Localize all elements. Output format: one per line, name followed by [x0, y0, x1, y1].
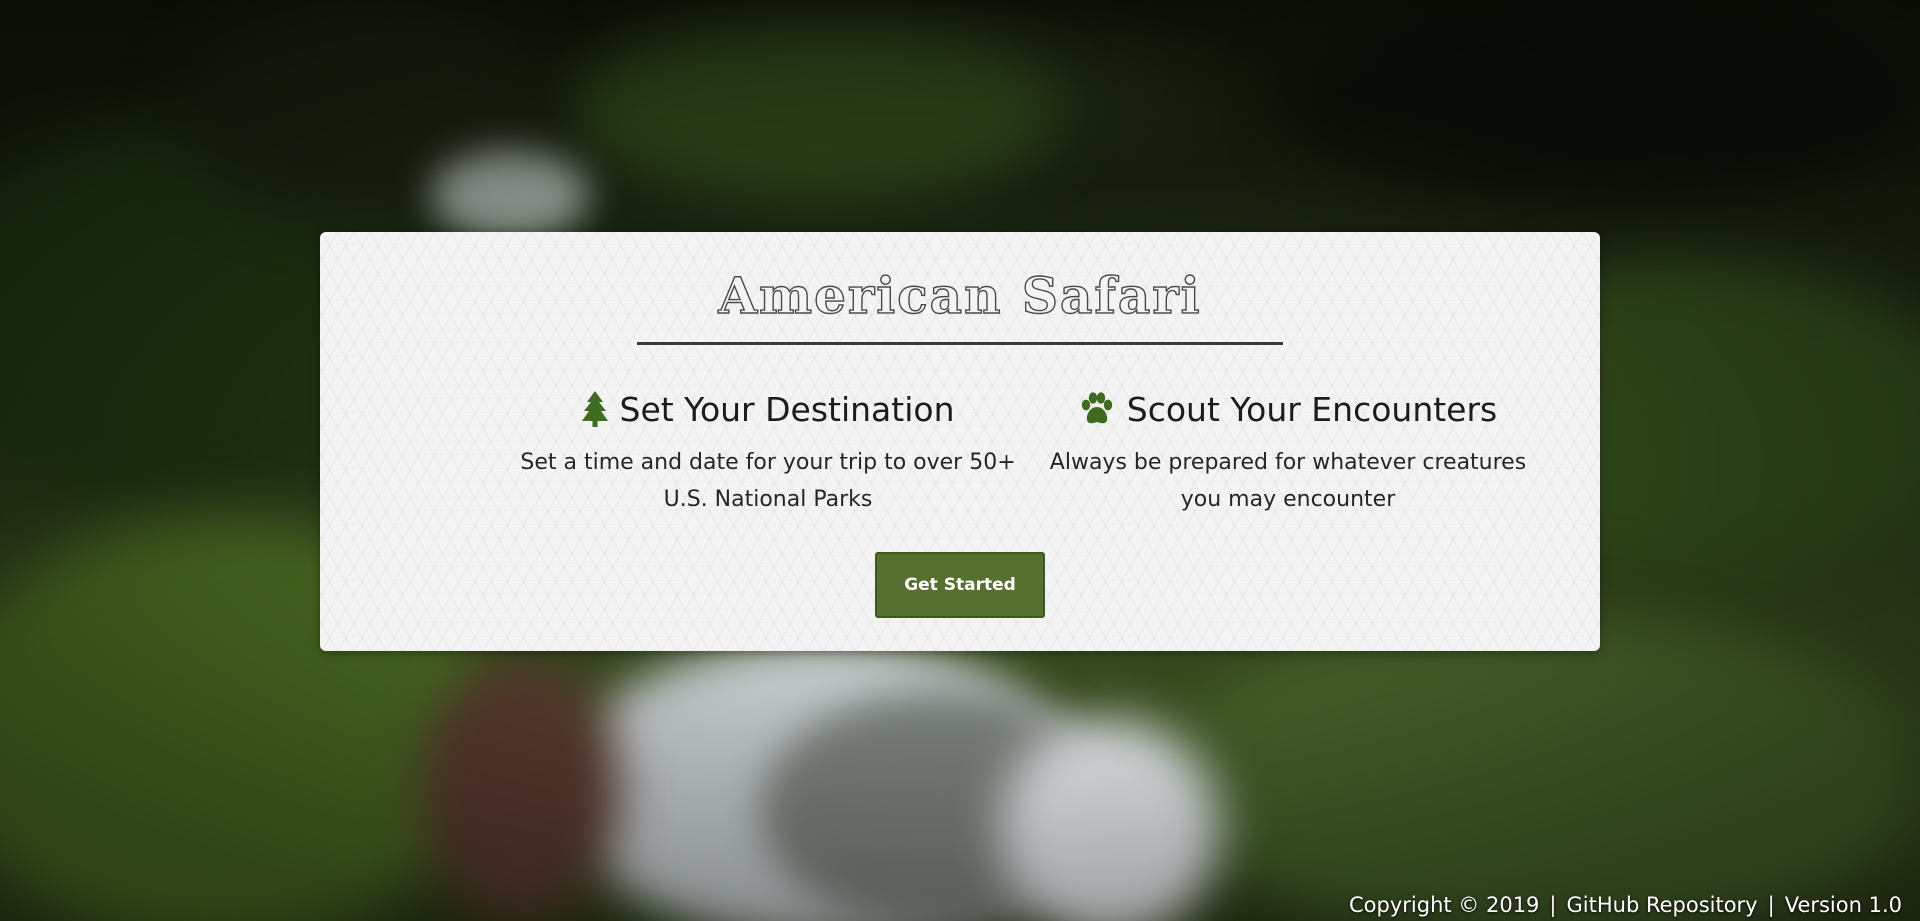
footer: Copyright © 2019 | GitHub Repository | V… [1349, 893, 1902, 917]
footer-separator: | [1767, 893, 1775, 917]
feature-description: Always be prepared for whatever creature… [1049, 450, 1527, 512]
version-text: Version 1.0 [1784, 893, 1902, 917]
paw-icon [1079, 392, 1115, 426]
feature-heading-text: Set Your Destination [619, 389, 955, 429]
feature-destination: Set Your Destination Set a time and date… [518, 382, 1018, 518]
feature-heading: Set Your Destination [518, 382, 1018, 436]
feature-heading-text: Scout Your Encounters [1126, 389, 1498, 429]
page-title: American Safari [718, 265, 1202, 325]
feature-encounters: Scout Your Encounters Always be prepared… [1038, 382, 1538, 518]
tree-icon [581, 391, 608, 427]
feature-heading: Scout Your Encounters [1038, 382, 1538, 436]
intro-card: American Safari Set Your Destination Set… [320, 232, 1600, 651]
feature-description: Set a time and date for your trip to ove… [520, 450, 1016, 512]
title-divider [637, 342, 1283, 345]
github-repository-link[interactable]: GitHub Repository [1567, 893, 1758, 917]
footer-separator: | [1549, 893, 1557, 917]
copyright-text: Copyright © 2019 [1349, 893, 1540, 917]
get-started-button[interactable]: Get Started [875, 552, 1045, 618]
